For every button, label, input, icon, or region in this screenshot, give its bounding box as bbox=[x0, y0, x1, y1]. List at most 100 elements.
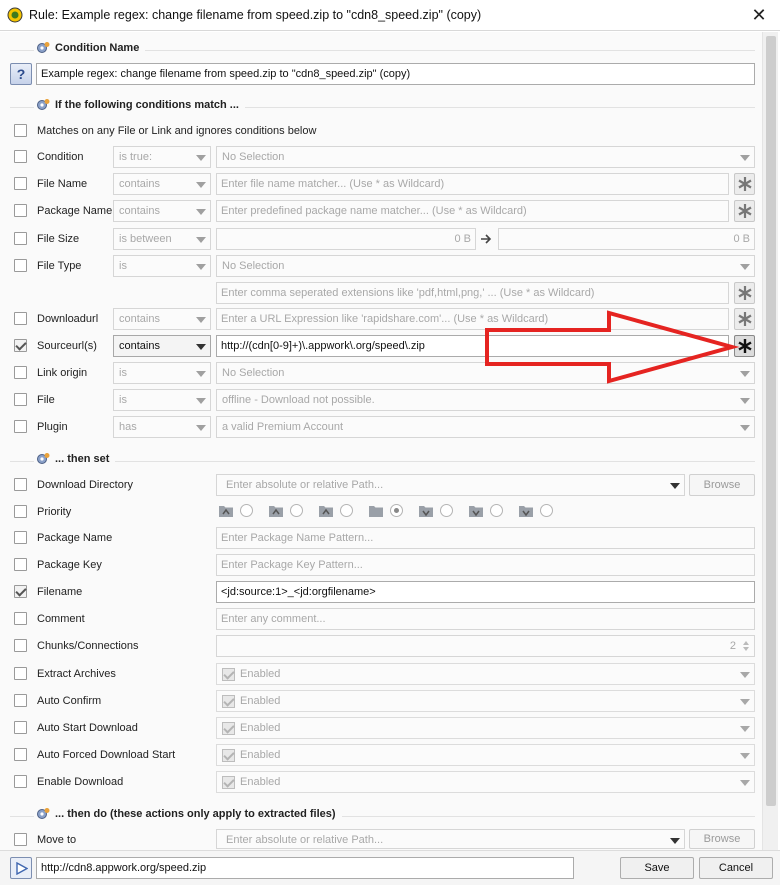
download-directory-select[interactable]: Enter absolute or relative Path... bbox=[216, 474, 685, 496]
plugin-checkbox[interactable] bbox=[14, 420, 27, 433]
condition-value-select[interactable]: No Selection bbox=[216, 146, 755, 168]
priority-radio[interactable] bbox=[290, 504, 303, 517]
priority-checkbox[interactable] bbox=[14, 505, 27, 518]
play-icon bbox=[16, 862, 28, 875]
sourceurl-operator-select[interactable]: contains bbox=[113, 335, 211, 357]
package-name-operator-select[interactable]: contains bbox=[113, 200, 211, 222]
downloadurl-operator-select[interactable]: contains bbox=[113, 308, 211, 330]
close-icon[interactable]: ✕ bbox=[748, 5, 770, 25]
priority-radio[interactable] bbox=[390, 504, 403, 517]
file-operator-select[interactable]: is bbox=[113, 389, 211, 411]
jdownloader-logo-icon bbox=[7, 7, 23, 23]
move-to-label: Move to bbox=[37, 834, 77, 846]
auto-forced-download-start-select[interactable]: Enabled bbox=[216, 744, 755, 766]
vertical-scrollbar[interactable] bbox=[762, 32, 778, 850]
file-type-select[interactable]: No Selection bbox=[216, 255, 755, 277]
package-name-input[interactable]: Enter predefined package name matcher...… bbox=[216, 200, 729, 222]
priority-radio[interactable] bbox=[440, 504, 453, 517]
chunks-checkbox[interactable] bbox=[14, 639, 27, 652]
file-name-regex-button[interactable] bbox=[734, 173, 755, 195]
enable-download-label: Enable Download bbox=[37, 776, 124, 788]
file-size-operator-select[interactable]: is between bbox=[113, 228, 211, 250]
file-checkbox[interactable] bbox=[14, 393, 27, 406]
comment-checkbox[interactable] bbox=[14, 612, 27, 625]
auto-forced-download-start-checkbox[interactable] bbox=[14, 748, 27, 761]
file-name-input[interactable]: Enter file name matcher... (Use * as Wil… bbox=[216, 173, 729, 195]
file-name-operator-select[interactable]: contains bbox=[113, 173, 211, 195]
matches-any-checkbox[interactable] bbox=[14, 124, 27, 137]
condition-checkbox[interactable] bbox=[14, 150, 27, 163]
sourceurl-regex-button[interactable] bbox=[734, 335, 755, 357]
gear-icon bbox=[37, 42, 50, 53]
package-name-pattern-input[interactable]: Enter Package Name Pattern... bbox=[216, 527, 755, 549]
scrollbar-thumb[interactable] bbox=[766, 36, 776, 806]
link-origin-label: Link origin bbox=[37, 367, 88, 379]
file-type-label: File Type bbox=[37, 260, 82, 272]
downloadurl-label: Downloadurl bbox=[37, 313, 99, 325]
set-package-name-checkbox[interactable] bbox=[14, 531, 27, 544]
extract-archives-select[interactable]: Enabled bbox=[216, 663, 755, 685]
priority-radio[interactable] bbox=[490, 504, 503, 517]
link-origin-checkbox[interactable] bbox=[14, 366, 27, 379]
move-to-browse-button[interactable]: Browse bbox=[689, 829, 755, 849]
link-origin-select[interactable]: No Selection bbox=[216, 362, 755, 384]
priority-lowest-icon bbox=[519, 506, 533, 517]
sourceurl-input[interactable]: http://(cdn[0-9]+)\.appwork\.org/speed\.… bbox=[216, 335, 729, 357]
file-size-label: File Size bbox=[37, 233, 80, 245]
package-key-label: Package Key bbox=[37, 559, 102, 571]
file-status-select[interactable]: offline - Download not possible. bbox=[216, 389, 755, 411]
then-set-header: ... then set bbox=[10, 452, 755, 470]
rule-name-input[interactable]: Example regex: change filename from spee… bbox=[36, 63, 755, 85]
window-title: Rule: Example regex: change filename fro… bbox=[29, 8, 482, 22]
priority-radio[interactable] bbox=[540, 504, 553, 517]
auto-start-download-checkbox[interactable] bbox=[14, 721, 27, 734]
file-type-operator-select[interactable]: is bbox=[113, 255, 211, 277]
package-name-regex-button[interactable] bbox=[734, 200, 755, 222]
filename-input[interactable]: <jd:source:1>_<jd:orgfilename> bbox=[216, 581, 755, 603]
downloadurl-regex-button[interactable] bbox=[734, 308, 755, 330]
priority-radio[interactable] bbox=[240, 504, 253, 517]
cancel-button[interactable]: Cancel bbox=[699, 857, 773, 879]
file-size-max-input[interactable]: 0 B bbox=[498, 228, 755, 250]
chunks-label: Chunks/Connections bbox=[37, 640, 139, 652]
file-type-regex-button[interactable] bbox=[734, 282, 755, 304]
file-type-extensions-input[interactable]: Enter comma seperated extensions like 'p… bbox=[216, 282, 729, 304]
test-url-input[interactable]: http://cdn8.appwork.org/speed.zip bbox=[36, 857, 574, 879]
condition-operator-select[interactable]: is true: bbox=[113, 146, 211, 168]
enable-download-checkbox[interactable] bbox=[14, 775, 27, 788]
download-directory-checkbox[interactable] bbox=[14, 478, 27, 491]
downloadurl-checkbox[interactable] bbox=[14, 312, 27, 325]
filename-checkbox[interactable] bbox=[14, 585, 27, 598]
downloadurl-input[interactable]: Enter a URL Expression like 'rapidshare.… bbox=[216, 308, 729, 330]
condition-label: Condition bbox=[37, 151, 84, 163]
chunks-spinner[interactable]: 2 bbox=[216, 635, 755, 657]
file-size-min-input[interactable]: 0 B bbox=[216, 228, 476, 250]
test-button[interactable] bbox=[10, 857, 32, 879]
priority-higher-icon bbox=[269, 506, 283, 517]
extract-archives-checkbox[interactable] bbox=[14, 667, 27, 680]
extract-archives-label: Extract Archives bbox=[37, 668, 116, 680]
asterisk-icon bbox=[738, 339, 752, 353]
plugin-operator-select[interactable]: has bbox=[113, 416, 211, 438]
link-origin-operator-select[interactable]: is bbox=[113, 362, 211, 384]
auto-start-download-select[interactable]: Enabled bbox=[216, 717, 755, 739]
package-name-checkbox[interactable] bbox=[14, 204, 27, 217]
sourceurl-checkbox[interactable] bbox=[14, 339, 27, 352]
package-key-checkbox[interactable] bbox=[14, 558, 27, 571]
save-button[interactable]: Save bbox=[620, 857, 694, 879]
auto-confirm-checkbox[interactable] bbox=[14, 694, 27, 707]
move-to-select[interactable]: Enter absolute or relative Path... bbox=[216, 829, 685, 849]
package-key-input[interactable]: Enter Package Key Pattern... bbox=[216, 554, 755, 576]
file-name-checkbox[interactable] bbox=[14, 177, 27, 190]
download-directory-browse-button[interactable]: Browse bbox=[689, 474, 755, 496]
auto-confirm-select[interactable]: Enabled bbox=[216, 690, 755, 712]
package-name-label: Package Name bbox=[37, 205, 113, 217]
plugin-select[interactable]: a valid Premium Account bbox=[216, 416, 755, 438]
comment-input[interactable]: Enter any comment... bbox=[216, 608, 755, 630]
file-size-checkbox[interactable] bbox=[14, 232, 27, 245]
priority-radio[interactable] bbox=[340, 504, 353, 517]
file-type-checkbox[interactable] bbox=[14, 259, 27, 272]
move-to-checkbox[interactable] bbox=[14, 833, 27, 846]
help-button[interactable]: ? bbox=[10, 63, 32, 85]
enable-download-select[interactable]: Enabled bbox=[216, 771, 755, 793]
